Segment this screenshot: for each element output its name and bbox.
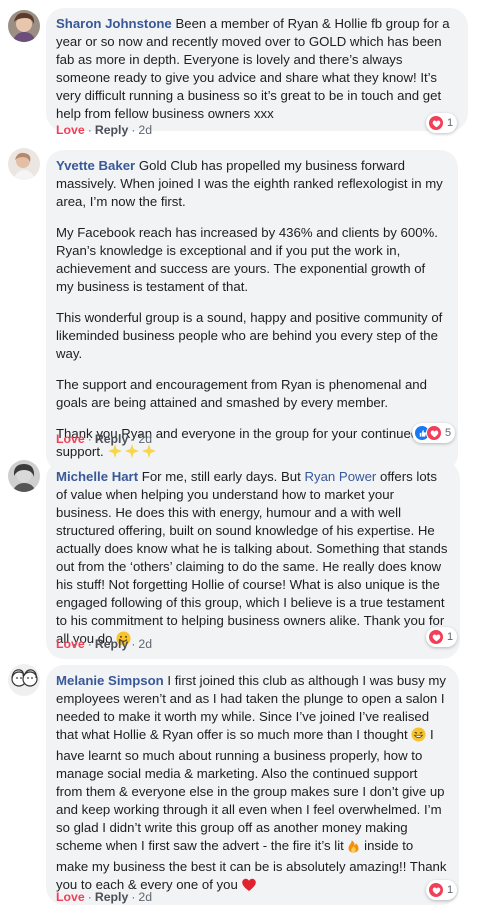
reaction-summary[interactable]: 1 bbox=[426, 113, 458, 133]
comment-author[interactable]: Melanie Simpson bbox=[56, 673, 164, 688]
love-button[interactable]: Love bbox=[56, 637, 85, 651]
reaction-count: 1 bbox=[447, 631, 454, 643]
love-button[interactable]: Love bbox=[56, 123, 85, 137]
heart-icon bbox=[428, 115, 444, 131]
comment-bubble: Yvette Baker Gold Club has propelled my … bbox=[46, 150, 458, 472]
comment-author[interactable]: Sharon Johnstone bbox=[56, 16, 172, 31]
love-button[interactable]: Love bbox=[56, 890, 85, 904]
comment-actions: Love · Reply · 2d bbox=[56, 123, 153, 137]
fire-emoji-icon bbox=[347, 838, 360, 858]
comment-timestamp[interactable]: 2d bbox=[138, 890, 152, 904]
avatar[interactable] bbox=[8, 664, 40, 696]
comment-actions: Love · Reply · 2d bbox=[56, 637, 153, 651]
reaction-summary[interactable]: 1 bbox=[426, 627, 458, 647]
reaction-count: 1 bbox=[447, 117, 454, 129]
comment-timestamp[interactable]: 2d bbox=[138, 123, 152, 137]
avatar[interactable] bbox=[8, 10, 40, 42]
comment-paragraph: My Facebook reach has increased by 436% … bbox=[56, 225, 438, 294]
reply-button[interactable]: Reply bbox=[95, 637, 129, 651]
comment-text: I have learnt so much about running a bu… bbox=[56, 727, 445, 853]
heart-icon bbox=[428, 629, 444, 645]
heart-icon bbox=[428, 882, 444, 898]
red-heart-emoji-icon bbox=[241, 877, 257, 897]
reaction-count: 5 bbox=[445, 427, 452, 439]
reaction-count: 1 bbox=[447, 884, 454, 896]
comment-timestamp[interactable]: 2d bbox=[138, 432, 152, 446]
love-button[interactable]: Love bbox=[56, 432, 85, 446]
comment-bubble: Melanie Simpson I first joined this club… bbox=[46, 665, 459, 905]
reply-button[interactable]: Reply bbox=[95, 123, 129, 137]
comment-bubble: Michelle Hart For me, still early days. … bbox=[46, 461, 460, 659]
reaction-summary[interactable]: 5 bbox=[412, 423, 456, 443]
comment-author[interactable]: Yvette Baker bbox=[56, 158, 135, 173]
comment-paragraph: The support and encouragement from Ryan … bbox=[56, 377, 427, 410]
heart-icon bbox=[426, 425, 442, 441]
reaction-summary[interactable]: 1 bbox=[426, 880, 458, 900]
reply-button[interactable]: Reply bbox=[95, 890, 129, 904]
reply-button[interactable]: Reply bbox=[95, 432, 129, 446]
comment-paragraph: This wonderful group is a sound, happy a… bbox=[56, 310, 443, 361]
mention-link[interactable]: Ryan Power bbox=[304, 469, 376, 484]
avatar[interactable] bbox=[8, 148, 40, 180]
comment-text: For me, still early days. But bbox=[141, 469, 301, 484]
comment-bubble: Sharon Johnstone Been a member of Ryan &… bbox=[46, 8, 468, 131]
comment-actions: Love · Reply · 2d bbox=[56, 432, 153, 446]
comment-timestamp[interactable]: 2d bbox=[138, 637, 152, 651]
comment-text: offers lots of value when helping you un… bbox=[56, 469, 448, 646]
comment-actions: Love · Reply · 2d bbox=[56, 890, 153, 904]
grin-emoji-icon bbox=[411, 727, 426, 747]
comment-author[interactable]: Michelle Hart bbox=[56, 469, 138, 484]
avatar[interactable] bbox=[8, 460, 40, 492]
comment-text: Been a member of Ryan & Hollie fb group … bbox=[56, 16, 450, 121]
